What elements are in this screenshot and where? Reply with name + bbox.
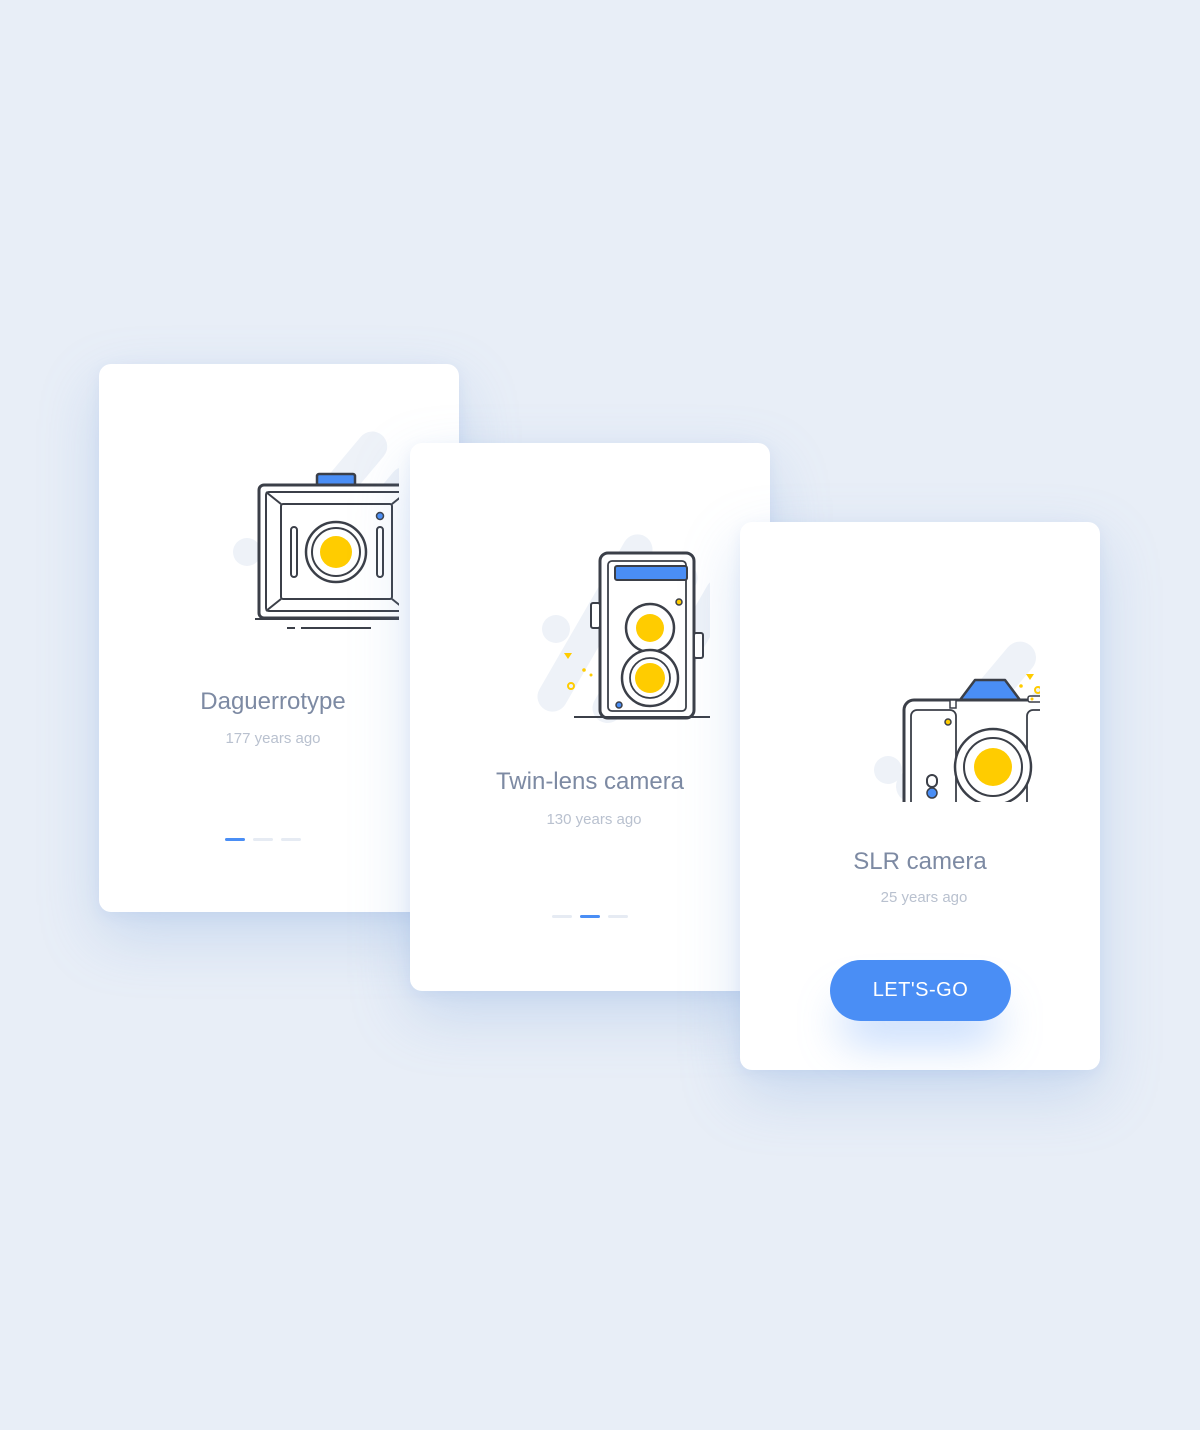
card-subtitle: 25 years ago: [880, 889, 968, 906]
lets-go-button[interactable]: LET'S-GO: [830, 960, 1011, 1021]
twin-lens-camera-icon: [537, 534, 710, 723]
card-slr: SLR camera 25 years ago LET'S-GO: [740, 522, 1100, 1070]
pager-dot-1[interactable]: [552, 915, 572, 918]
card-twin-lens: Twin-lens camera 130 years ago: [410, 443, 770, 991]
daguerreotype-camera-icon: [233, 431, 399, 629]
pager-dot-2[interactable]: [253, 838, 273, 841]
card-subtitle: 177 years ago: [225, 730, 321, 747]
pager-dot-3[interactable]: [608, 915, 628, 918]
card-subtitle: 130 years ago: [546, 811, 642, 828]
pager-dot-3[interactable]: [281, 838, 301, 841]
card-title: Twin-lens camera: [495, 768, 685, 795]
pager-dots: [410, 915, 770, 918]
card-title: SLR camera: [853, 848, 987, 875]
card-daguerrotype: Daguerrotype 177 years ago: [99, 364, 459, 912]
pager-dot-2[interactable]: [580, 915, 600, 918]
onboarding-stage: Daguerrotype 177 years ago Twin-lens cam…: [0, 0, 1200, 1430]
card-title: Daguerrotype: [200, 688, 346, 715]
slr-camera-icon: [874, 641, 1040, 802]
pager-dots: [83, 838, 443, 841]
pager-dot-1[interactable]: [225, 838, 245, 841]
